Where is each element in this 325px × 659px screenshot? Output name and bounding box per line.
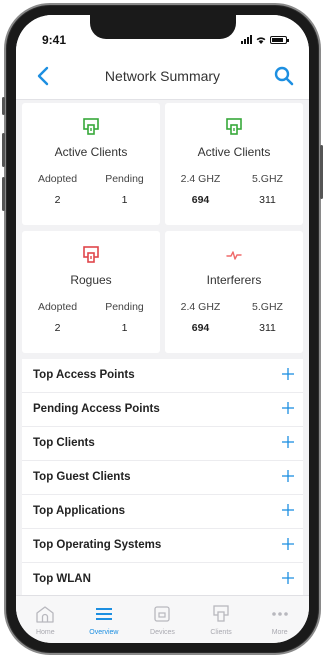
card-title: Interferers — [206, 273, 262, 287]
stat-pending: Pending 1 — [93, 301, 157, 334]
access-point-icon — [213, 605, 229, 622]
tab-home[interactable]: Home — [16, 596, 75, 643]
active-clients-card[interactable]: Active Clients Adopted 2 Pending 1 — [22, 103, 160, 225]
list-item-top-operating-systems[interactable]: Top Operating Systems — [22, 529, 303, 563]
battery-icon — [270, 36, 289, 44]
list-item-top-applications[interactable]: Top Applications — [22, 495, 303, 529]
access-point-icon — [226, 118, 242, 135]
stat-5ghz: 5.GHZ 311 — [236, 301, 300, 334]
menu-icon — [95, 608, 112, 620]
plus-icon[interactable] — [281, 367, 295, 381]
notch — [90, 15, 236, 39]
search-icon — [274, 66, 294, 86]
plus-icon[interactable] — [281, 469, 295, 483]
stat-value: 694 — [191, 322, 210, 334]
rogue-access-point-icon — [83, 246, 99, 263]
plus-icon[interactable] — [281, 401, 295, 415]
tab-bar: Home Overview Devices Clients More — [16, 595, 309, 643]
stat-label: 2.4 GHZ — [180, 301, 221, 313]
power-button — [320, 145, 323, 199]
stat-label: 5.GHZ — [252, 173, 283, 185]
card-title: Active Clients — [54, 145, 128, 159]
phone-frame: 9:41 Network Summary Active Clients Adop… — [2, 3, 323, 655]
status-icons — [241, 35, 289, 44]
pulse-icon — [226, 251, 242, 260]
home-icon — [36, 606, 54, 623]
volume-down-button — [2, 177, 5, 211]
card-stats: 2.4 GHZ 694 5.GHZ 311 — [165, 301, 303, 334]
stat-value: 1 — [121, 194, 128, 206]
interferers-card[interactable]: Interferers 2.4 GHZ 694 5.GHZ 311 — [165, 231, 303, 353]
stat-label: Pending — [105, 173, 144, 185]
page: 9:41 Network Summary Active Clients Adop… — [0, 0, 325, 659]
stat-label: Adopted — [37, 173, 78, 185]
device-icon — [154, 606, 171, 622]
mute-switch — [2, 97, 5, 115]
stat-value: 694 — [191, 194, 210, 206]
stat-value: 311 — [259, 322, 276, 334]
plus-icon[interactable] — [281, 503, 295, 517]
stat-label: 5.GHZ — [252, 301, 283, 313]
list-item-label: Top Guest Clients — [33, 471, 131, 483]
list-item-top-wlan[interactable]: Top WLAN — [22, 563, 303, 596]
list-item-label: Pending Access Points — [33, 403, 160, 415]
tab-label: Overview — [89, 629, 119, 636]
summary-list: Top Access Points Pending Access Points … — [22, 359, 303, 596]
nav-bar: Network Summary — [16, 53, 309, 100]
tab-more[interactable]: More — [250, 596, 309, 643]
stat-2ghz: 2.4 GHZ 694 — [169, 173, 233, 206]
list-item-label: Top WLAN — [33, 573, 91, 585]
tab-overview[interactable]: Overview — [75, 596, 134, 643]
list-item-top-guest-clients[interactable]: Top Guest Clients — [22, 461, 303, 495]
search-button[interactable] — [273, 65, 295, 87]
stat-label: Pending — [105, 301, 144, 313]
more-dots-icon — [271, 612, 288, 616]
card-stats: Adopted 2 Pending 1 — [22, 173, 160, 206]
stat-2ghz: 2.4 GHZ 694 — [169, 301, 233, 334]
stat-value: 1 — [121, 322, 128, 334]
stat-value: 2 — [54, 322, 61, 334]
stat-value: 311 — [259, 194, 276, 206]
plus-icon[interactable] — [281, 571, 295, 585]
card-title: Rogues — [70, 273, 112, 287]
card-stats: 2.4 GHZ 694 5.GHZ 311 — [165, 173, 303, 206]
list-item-top-access-points[interactable]: Top Access Points — [22, 359, 303, 393]
tab-label: Home — [35, 629, 55, 636]
plus-icon[interactable] — [281, 537, 295, 551]
list-item-label: Top Access Points — [33, 369, 135, 381]
tab-label: Clients — [210, 629, 232, 636]
access-point-icon — [83, 118, 99, 135]
stat-value: 2 — [54, 194, 61, 206]
rogues-card[interactable]: Rogues Adopted 2 Pending 1 — [22, 231, 160, 353]
wifi-icon — [256, 37, 266, 44]
volume-up-button — [2, 133, 5, 167]
list-item-label: Top Operating Systems — [33, 539, 162, 551]
page-title: Network Summary — [104, 68, 221, 84]
plus-icon[interactable] — [281, 435, 295, 449]
stat-adopted: Adopted 2 — [26, 301, 90, 334]
card-title: Active Clients — [197, 145, 271, 159]
tab-label: Devices — [150, 629, 175, 636]
stat-pending: Pending 1 — [93, 173, 157, 206]
tab-label: More — [271, 629, 288, 636]
signal-icon — [241, 35, 252, 44]
screen: 9:41 Network Summary Active Clients Adop… — [16, 15, 309, 643]
stat-label: Adopted — [37, 301, 78, 313]
tab-devices[interactable]: Devices — [133, 596, 192, 643]
stat-5ghz: 5.GHZ 311 — [236, 173, 300, 206]
status-time: 9:41 — [42, 33, 67, 47]
stat-label: 2.4 GHZ — [180, 173, 221, 185]
stat-adopted: Adopted 2 — [26, 173, 90, 206]
list-item-label: Top Applications — [33, 505, 125, 517]
active-clients-band-card[interactable]: Active Clients 2.4 GHZ 694 5.GHZ 311 — [165, 103, 303, 225]
list-item-label: Top Clients — [33, 437, 95, 449]
list-item-pending-access-points[interactable]: Pending Access Points — [22, 393, 303, 427]
tab-clients[interactable]: Clients — [192, 596, 251, 643]
list-item-top-clients[interactable]: Top Clients — [22, 427, 303, 461]
card-stats: Adopted 2 Pending 1 — [22, 301, 160, 334]
